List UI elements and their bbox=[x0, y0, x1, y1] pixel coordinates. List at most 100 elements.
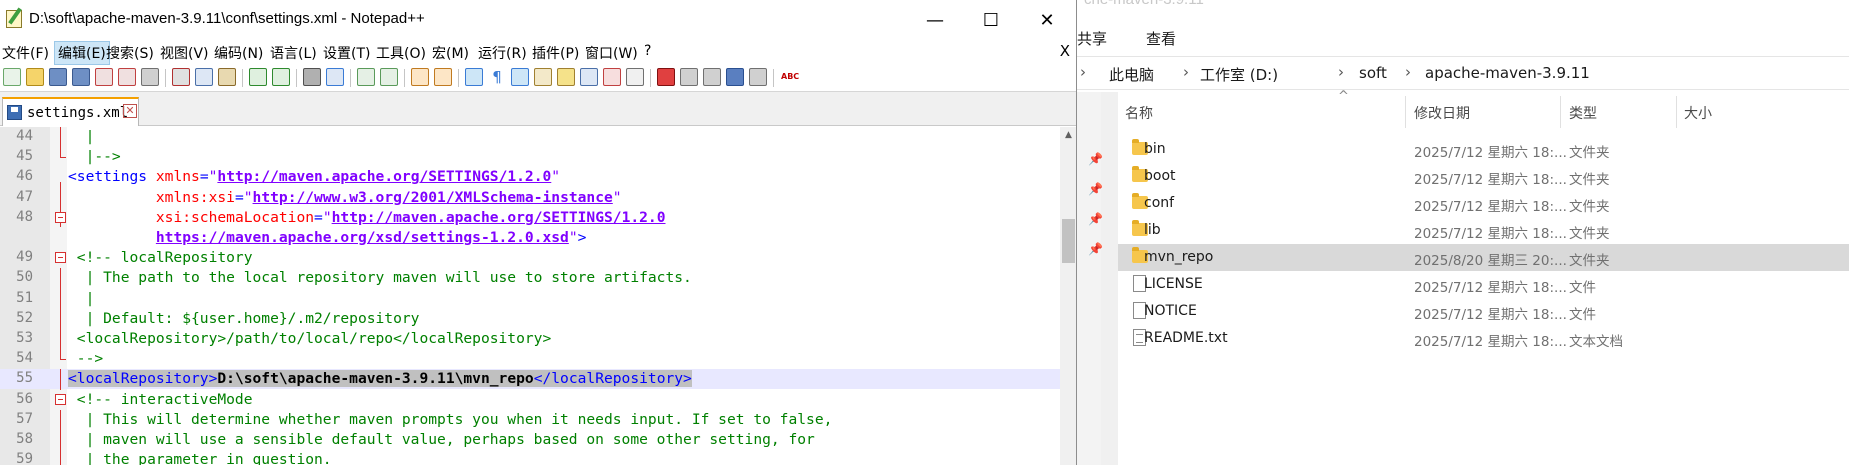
redo-icon[interactable] bbox=[272, 68, 290, 86]
find-icon[interactable] bbox=[303, 68, 321, 86]
code-line[interactable]: 44 | bbox=[0, 127, 1060, 147]
pin-icon[interactable]: 📌 bbox=[1088, 212, 1103, 226]
replace-icon[interactable] bbox=[326, 68, 344, 86]
cut-icon[interactable] bbox=[172, 68, 190, 86]
file-row[interactable]: README.txt 2025/7/12 星期六 18:... 文本文档 bbox=[1118, 325, 1849, 352]
menu-item-10[interactable]: 插件(P) bbox=[532, 43, 579, 63]
column-header-name[interactable]: 名称 bbox=[1125, 103, 1153, 123]
code-line[interactable]: 53 <localRepository>/path/to/local/repo<… bbox=[0, 329, 1060, 349]
code-line[interactable]: 51 | bbox=[0, 289, 1060, 309]
pin-icon[interactable]: 📌 bbox=[1088, 242, 1103, 256]
code-line[interactable]: 59 | the parameter in question. bbox=[0, 450, 1060, 465]
minimize-button[interactable]: — bbox=[907, 0, 963, 40]
scroll-up-icon[interactable]: ▲ bbox=[1060, 127, 1076, 144]
maximize-button[interactable]: ☐ bbox=[963, 0, 1019, 40]
zoom-in-icon[interactable] bbox=[357, 68, 375, 86]
menu-item-12[interactable]: ? bbox=[644, 43, 651, 59]
file-row[interactable]: NOTICE 2025/7/12 星期六 18:... 文件 bbox=[1118, 298, 1849, 325]
spell-check-icon[interactable]: ABC bbox=[780, 68, 799, 86]
code-line[interactable]: 54 --> bbox=[0, 349, 1060, 369]
print-icon[interactable] bbox=[141, 68, 159, 86]
breadcrumb-drive-d[interactable]: 工作室 (D:) bbox=[1200, 64, 1278, 85]
column-divider[interactable] bbox=[1405, 96, 1406, 128]
pin-icon[interactable]: 📌 bbox=[1088, 182, 1103, 196]
column-header-date[interactable]: 修改日期 bbox=[1414, 103, 1470, 123]
ribbon-tab-share[interactable]: 共享 bbox=[1077, 28, 1107, 49]
record-macro-icon[interactable] bbox=[657, 68, 675, 86]
code-line[interactable]: 47 xmlns:xsi="http://www.w3.org/2001/XML… bbox=[0, 188, 1060, 208]
zoom-out-icon[interactable] bbox=[380, 68, 398, 86]
close-document-button[interactable]: X bbox=[1060, 42, 1070, 60]
indent-guide-icon[interactable] bbox=[511, 68, 529, 86]
code-line[interactable]: 45 |--> bbox=[0, 147, 1060, 167]
close-file-icon[interactable] bbox=[95, 68, 113, 86]
menu-item-5[interactable]: 语言(L) bbox=[270, 43, 317, 63]
menu-item-6[interactable]: 设置(T) bbox=[323, 43, 370, 63]
word-wrap-icon[interactable] bbox=[465, 68, 483, 86]
document-map-icon[interactable] bbox=[557, 68, 575, 86]
monitoring-icon[interactable] bbox=[626, 68, 644, 86]
menu-item-9[interactable]: 运行(R) bbox=[478, 43, 527, 63]
fold-toggle-icon[interactable] bbox=[55, 252, 66, 264]
file-row[interactable]: lib 2025/7/12 星期六 18:... 文件夹 bbox=[1118, 217, 1849, 244]
show-all-characters-icon[interactable]: ¶ bbox=[488, 68, 506, 86]
breadcrumb-apache-maven[interactable]: apache-maven-3.9.11 bbox=[1425, 64, 1590, 82]
sync-vertical-icon[interactable] bbox=[411, 68, 429, 86]
code-line[interactable]: 49 <!-- localRepository bbox=[0, 248, 1060, 268]
column-divider[interactable] bbox=[1560, 96, 1561, 128]
address-bar[interactable]: › 此电脑 › 工作室 (D:) › soft › apache-maven-3… bbox=[1076, 56, 1849, 90]
code-line[interactable]: 57 | This will determine whether maven p… bbox=[0, 410, 1060, 430]
column-divider[interactable] bbox=[1676, 96, 1677, 128]
code-line[interactable]: https://maven.apache.org/xsd/settings-1.… bbox=[0, 228, 1060, 248]
file-row[interactable]: boot 2025/7/12 星期六 18:... 文件夹 bbox=[1118, 163, 1849, 190]
file-row[interactable]: LICENSE 2025/7/12 星期六 18:... 文件 bbox=[1118, 271, 1849, 298]
navigation-scrollbar[interactable] bbox=[1101, 92, 1118, 465]
code-line[interactable]: 52 | Default: ${user.home}/.m2/repositor… bbox=[0, 309, 1060, 329]
column-header-type[interactable]: 类型 bbox=[1569, 103, 1597, 123]
breadcrumb-this-pc[interactable]: 此电脑 bbox=[1109, 64, 1154, 85]
new-file-icon[interactable] bbox=[3, 68, 21, 86]
code-editor[interactable]: 44 | 45 |--> 46 <settings xmlns="http://mav… bbox=[0, 127, 1076, 465]
menu-item-2[interactable]: 搜索(S) bbox=[106, 43, 154, 63]
copy-icon[interactable] bbox=[195, 68, 213, 86]
code-line[interactable]: 46 <settings xmlns= "http://maven.apache.o… bbox=[0, 167, 1060, 187]
breadcrumb-soft[interactable]: soft bbox=[1359, 64, 1387, 82]
fold-toggle-icon[interactable] bbox=[55, 393, 66, 405]
menu-item-0[interactable]: 文件(F) bbox=[2, 43, 49, 63]
menu-item-4[interactable]: 编码(N) bbox=[214, 43, 263, 63]
fold-toggle-icon[interactable] bbox=[55, 211, 66, 223]
menu-item-8[interactable]: 宏(M) bbox=[432, 43, 469, 63]
save-macro-icon[interactable] bbox=[749, 68, 767, 86]
vertical-scrollbar[interactable]: ▲ bbox=[1060, 127, 1076, 465]
open-file-icon[interactable] bbox=[26, 68, 44, 86]
run-macro-multiple-icon[interactable] bbox=[726, 68, 744, 86]
code-line[interactable]: 50 | The path to the local repository ma… bbox=[0, 268, 1060, 288]
save-all-icon[interactable] bbox=[72, 68, 90, 86]
folder-as-workspace-icon[interactable] bbox=[603, 68, 621, 86]
sync-horizontal-icon[interactable] bbox=[434, 68, 452, 86]
close-all-icon[interactable] bbox=[118, 68, 136, 86]
column-header-size[interactable]: 大小 bbox=[1684, 103, 1712, 123]
menu-item-11[interactable]: 窗口(W) bbox=[585, 43, 638, 63]
pin-icon[interactable]: 📌 bbox=[1088, 152, 1103, 166]
menu-item-7[interactable]: 工具(O) bbox=[376, 43, 426, 63]
file-row[interactable]: conf 2025/7/12 星期六 18:... 文件夹 bbox=[1118, 190, 1849, 217]
tab-close-icon[interactable]: ✕ bbox=[123, 104, 137, 118]
file-row[interactable]: bin 2025/7/12 星期六 18:... 文件夹 bbox=[1118, 136, 1849, 163]
code-line[interactable]: 48 xsi:schemaLocation="http://maven.apac… bbox=[0, 208, 1060, 228]
paste-icon[interactable] bbox=[218, 68, 236, 86]
save-icon[interactable] bbox=[49, 68, 67, 86]
close-button[interactable]: ✕ bbox=[1019, 0, 1075, 40]
function-list-icon[interactable] bbox=[580, 68, 598, 86]
user-language-icon[interactable] bbox=[534, 68, 552, 86]
play-macro-icon[interactable] bbox=[703, 68, 721, 86]
file-row[interactable]: mvn_repo 2025/8/20 星期三 20:... 文件夹 bbox=[1118, 244, 1849, 271]
stop-macro-icon[interactable] bbox=[680, 68, 698, 86]
code-line[interactable]: 58 | maven will use a sensible default v… bbox=[0, 430, 1060, 450]
menu-item-1[interactable]: 编辑(E) bbox=[54, 41, 110, 65]
ribbon-tab-view[interactable]: 查看 bbox=[1146, 28, 1176, 49]
undo-icon[interactable] bbox=[249, 68, 267, 86]
tab-settings-xml[interactable]: settings.xml ✕ bbox=[2, 97, 139, 126]
title-bar[interactable]: D:\soft\apache-maven-3.9.11\conf\setting… bbox=[0, 0, 1076, 40]
code-line[interactable]: 55 <localRepository>D:\soft\apache-maven-… bbox=[0, 369, 1060, 390]
